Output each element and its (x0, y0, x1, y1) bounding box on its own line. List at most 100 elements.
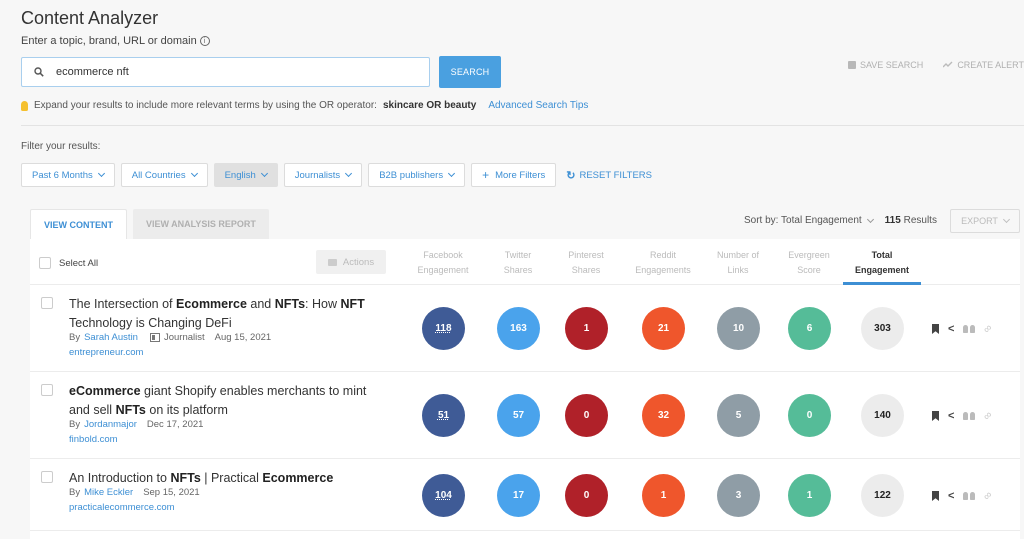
share-icon[interactable]: < (948, 323, 954, 335)
link-icon[interactable]: ∞ (981, 322, 995, 336)
chevron-down-icon (345, 169, 353, 178)
actions-button[interactable]: Actions (316, 250, 386, 274)
more-filters-button[interactable]: + More Filters (471, 163, 557, 187)
filter-b2b-publishers[interactable]: B2B publishers (368, 163, 466, 187)
select-all-label: Select All (59, 257, 99, 269)
domain-link[interactable]: finbold.com (69, 434, 118, 445)
influencers-icon[interactable] (963, 492, 976, 500)
filter-journalists[interactable]: Journalists (283, 163, 363, 187)
metric-reddit: 1 (642, 474, 685, 517)
influencers-icon[interactable] (963, 325, 976, 333)
title-text: and (246, 297, 275, 311)
publish-date: Dec 17, 2021 (146, 419, 204, 430)
row-checkbox[interactable] (41, 384, 53, 396)
publish-date: Sep 15, 2021 (143, 487, 200, 498)
trend-icon (942, 60, 953, 70)
save-search-button[interactable]: SAVE SEARCH (847, 60, 924, 70)
article-title-link[interactable]: An Introduction to NFTs | Practical Ecom… (69, 469, 389, 488)
row-actions: < ∞ (932, 489, 995, 503)
column-header-evergreen[interactable]: Evergreen Score (769, 248, 849, 278)
chevron-down-icon[interactable] (866, 215, 874, 223)
actions-label: Actions (342, 256, 375, 268)
article-title-link[interactable]: The Intersection of Ecommerce and NFTs: … (69, 295, 389, 333)
link-icon[interactable]: ∞ (981, 489, 995, 503)
tip-text: Expand your results to include more rele… (34, 100, 377, 111)
domain-link[interactable]: entrepreneur.com (69, 347, 143, 358)
chevron-down-icon (448, 169, 456, 178)
row-checkbox[interactable] (41, 297, 53, 309)
metric-evergreen: 1 (788, 474, 831, 517)
metric-total: 303 (861, 307, 904, 350)
author-link[interactable]: Mike Eckler (84, 487, 133, 498)
more-filters-label: More Filters (495, 169, 546, 181)
column-header-line: Facebook (423, 250, 463, 260)
metric-facebook[interactable]: 118 (422, 307, 465, 350)
comments-icon (327, 258, 337, 266)
metric-facebook[interactable]: 51 (422, 394, 465, 437)
column-header-line: Number of (716, 250, 760, 260)
column-header-total[interactable]: Total Engagement (842, 248, 922, 278)
sort-dropdown[interactable]: Sort by: Total Engagement (744, 215, 862, 226)
table-row: The Intersection of Ecommerce and NFTs: … (30, 285, 1020, 372)
column-header-pinterest[interactable]: Pinterest Shares (546, 248, 626, 278)
info-icon[interactable]: i (199, 36, 210, 46)
filter-label-text: B2B publishers (379, 169, 444, 181)
column-header-line: Reddit (649, 250, 676, 260)
author-link[interactable]: Sarah Austin (84, 332, 138, 343)
domain-link[interactable]: practicalecommerce.com (69, 502, 175, 513)
search-prompt: Enter a topic, brand, URL or domain i (21, 35, 210, 47)
author-link[interactable]: Jordanmajor (84, 419, 137, 430)
link-icon[interactable]: ∞ (981, 409, 995, 423)
select-all-checkbox[interactable] (39, 257, 51, 269)
tab-view-analysis-report[interactable]: VIEW ANALYSIS REPORT (133, 209, 269, 239)
export-button[interactable]: EXPORT (950, 209, 1020, 233)
journalist-icon (149, 333, 160, 342)
metric-facebook[interactable]: 104 (422, 474, 465, 517)
share-icon[interactable]: < (948, 490, 954, 502)
keyword-highlight: NFTs (274, 297, 306, 311)
influencers-icon[interactable] (963, 412, 976, 420)
chevron-down-icon (260, 169, 268, 178)
save-search-label: SAVE SEARCH (859, 60, 924, 70)
column-header-facebook[interactable]: Facebook Engagement (403, 248, 483, 278)
column-header-reddit[interactable]: Reddit Engagements (623, 248, 703, 278)
bookmark-icon[interactable] (932, 411, 939, 421)
filter-label: Filter your results: (21, 141, 101, 152)
page-title: Content Analyzer (21, 8, 159, 28)
reset-filters-button[interactable]: ↻ RESET FILTERS (566, 169, 652, 182)
filter-language[interactable]: English (213, 163, 278, 187)
save-icon (847, 61, 856, 69)
create-alert-label: CREATE ALERT (957, 60, 1024, 70)
search-input[interactable] (56, 66, 416, 78)
filter-countries[interactable]: All Countries (120, 163, 208, 187)
top-actions: SAVE SEARCH CREATE ALERT (847, 60, 1024, 70)
search-box[interactable] (21, 57, 430, 87)
filter-label-text: All Countries (131, 169, 186, 181)
metric-reddit: 21 (642, 307, 685, 350)
filter-date-range[interactable]: Past 6 Months (21, 163, 115, 187)
keyword-highlight: Ecommerce (262, 471, 334, 485)
sort-control: Sort by: Total Engagement 115 Results (744, 215, 937, 226)
results-count: 115 Results (885, 215, 937, 226)
filter-label-text: Past 6 Months (32, 169, 93, 181)
article-title-link[interactable]: eCommerce giant Shopify enables merchant… (69, 382, 389, 420)
create-alert-button[interactable]: CREATE ALERT (942, 60, 1024, 70)
row-checkbox[interactable] (41, 471, 53, 483)
metric-twitter: 57 (497, 394, 540, 437)
column-header-links[interactable]: Number of Links (698, 248, 778, 278)
search-button[interactable]: SEARCH (439, 56, 501, 88)
metric-twitter: 163 (497, 307, 540, 350)
advanced-search-tips-link[interactable]: Advanced Search Tips (488, 100, 588, 111)
bookmark-icon[interactable] (932, 324, 939, 334)
bookmark-icon[interactable] (932, 491, 939, 501)
results-table: Select All Actions Facebook Engagement Twi… (30, 239, 1020, 539)
lightbulb-icon (21, 100, 28, 111)
share-icon[interactable]: < (948, 410, 954, 422)
tab-view-content[interactable]: VIEW CONTENT (30, 209, 127, 240)
table-header: Select All Actions Facebook Engagement Twi… (30, 239, 1020, 285)
select-all[interactable]: Select All (39, 257, 98, 269)
metric-total: 122 (861, 474, 904, 517)
publish-date: Aug 15, 2021 (214, 332, 272, 343)
column-header-line: Engagements (635, 265, 691, 275)
filter-label-text: English (224, 169, 256, 181)
